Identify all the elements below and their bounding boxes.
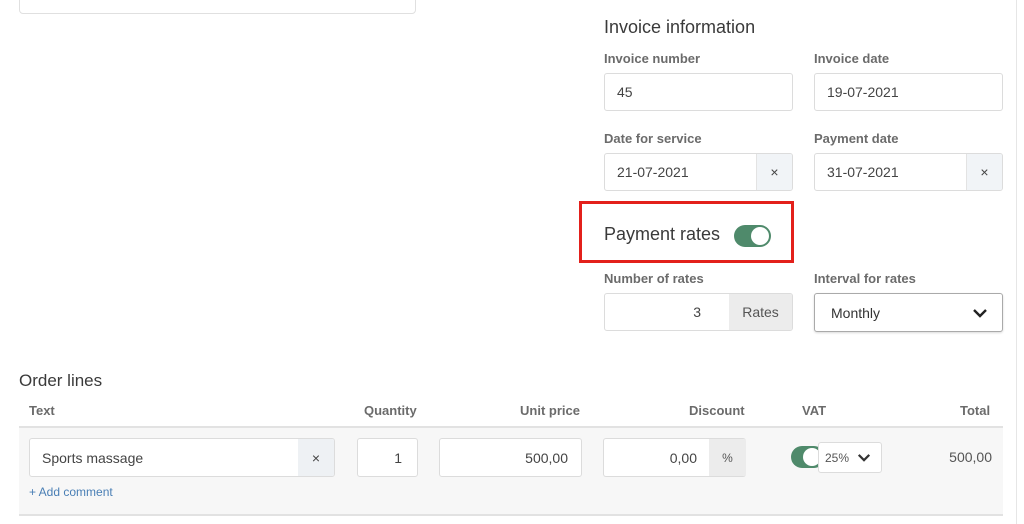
close-icon[interactable]: ×: [966, 154, 1002, 190]
date-for-service-value: 21-07-2021: [617, 164, 689, 180]
interval-value: Monthly: [831, 304, 881, 321]
vat-value: 25%: [825, 450, 850, 465]
number-of-rates-value: 3: [693, 304, 701, 320]
quantity-value: 1: [394, 449, 402, 466]
invoice-date-value: 19-07-2021: [827, 84, 899, 100]
column-header-vat: VAT: [802, 403, 827, 418]
column-header-unit-price: Unit price: [520, 403, 580, 418]
payment-date-label: Payment date: [814, 131, 899, 146]
column-header-quantity: Quantity: [364, 403, 417, 418]
interval-for-rates-label: Interval for rates: [814, 271, 916, 286]
unit-price-value: 500,00: [525, 449, 568, 466]
line-total: 500,00: [949, 449, 992, 465]
payment-rates-title: Payment rates: [604, 224, 721, 244]
date-for-service-label: Date for service: [604, 131, 702, 146]
payment-date-value: 31-07-2021: [827, 164, 899, 180]
interval-for-rates-select[interactable]: Monthly: [814, 293, 1003, 332]
unit-price-input[interactable]: 500,00: [439, 438, 582, 477]
quantity-input[interactable]: 1: [357, 438, 418, 477]
rates-unit: Rates: [729, 294, 792, 330]
vat-select[interactable]: 25%: [818, 442, 882, 473]
close-icon[interactable]: ×: [298, 439, 334, 476]
line-text-value: Sports massage: [42, 449, 144, 466]
top-text-area[interactable]: [19, 0, 416, 14]
number-of-rates-input[interactable]: 3 Rates: [604, 293, 793, 331]
add-comment-link[interactable]: + Add comment: [29, 485, 113, 499]
invoice-number-input[interactable]: 45: [604, 73, 793, 111]
scrollbar-track: [1016, 0, 1017, 524]
close-icon[interactable]: ×: [756, 154, 792, 190]
discount-input[interactable]: 0,00 %: [603, 438, 746, 477]
date-for-service-input[interactable]: 21-07-2021 ×: [604, 153, 793, 191]
invoice-number-value: 45: [617, 84, 633, 100]
invoice-date-label: Invoice date: [814, 51, 890, 66]
percent-unit: %: [709, 439, 746, 476]
payment-rates-toggle[interactable]: [734, 225, 771, 247]
invoice-information-title: Invoice information: [604, 17, 756, 37]
chevron-down-icon: [857, 454, 871, 462]
column-header-discount: Discount: [689, 403, 745, 418]
invoice-date-input[interactable]: 19-07-2021: [814, 73, 1003, 111]
chevron-down-icon: [973, 308, 987, 318]
column-header-text: Text: [29, 403, 55, 418]
payment-date-input[interactable]: 31-07-2021 ×: [814, 153, 1003, 191]
table-row-divider: [19, 514, 1003, 516]
toggle-knob: [751, 227, 769, 245]
column-header-total: Total: [960, 403, 991, 418]
number-of-rates-label: Number of rates: [604, 271, 704, 286]
discount-value: 0,00: [669, 449, 697, 466]
line-text-input[interactable]: Sports massage ×: [29, 438, 335, 477]
order-lines-title: Order lines: [19, 371, 103, 390]
invoice-number-label: Invoice number: [604, 51, 701, 66]
